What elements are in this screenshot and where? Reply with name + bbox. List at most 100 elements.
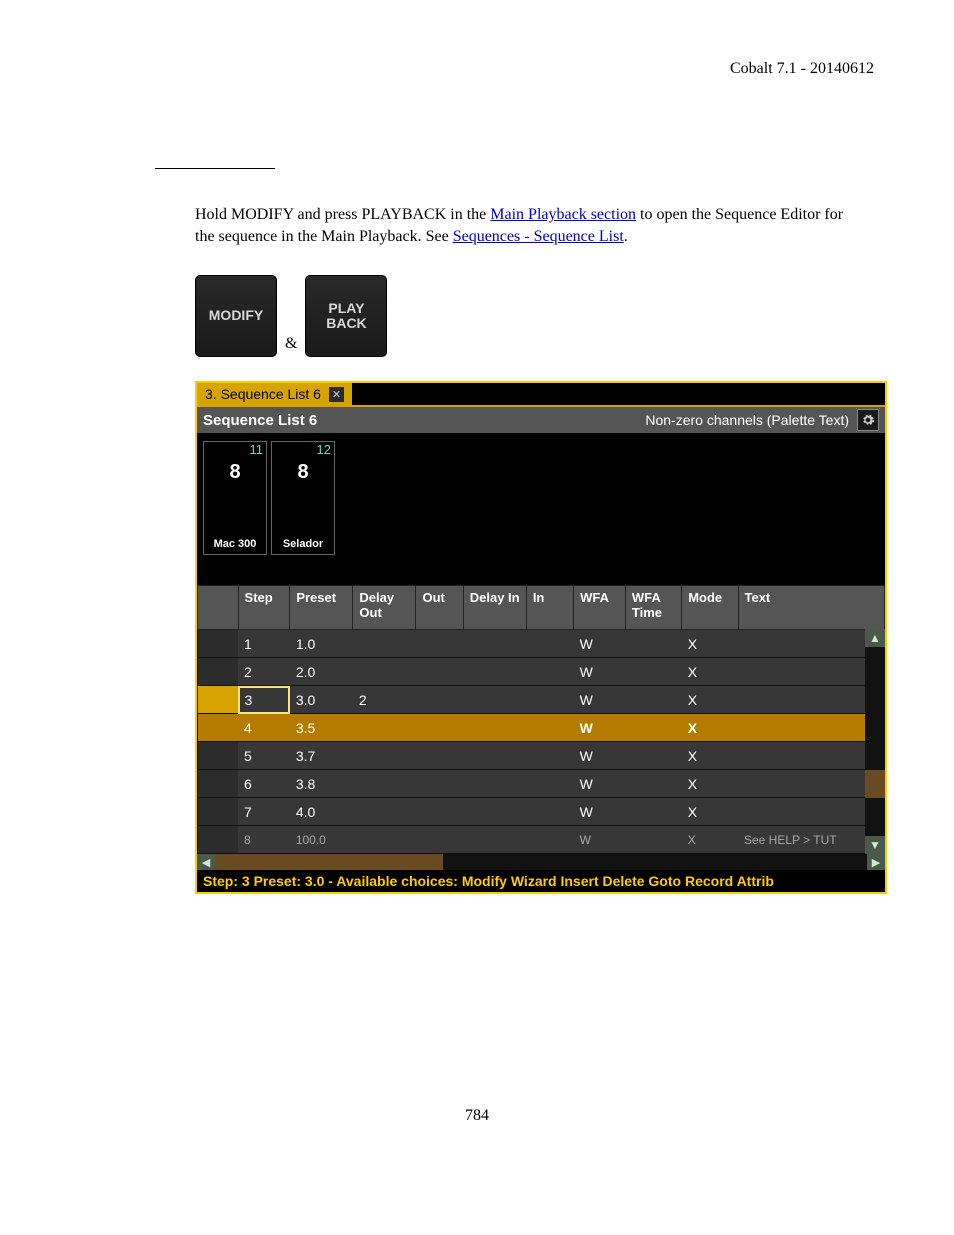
table-cell: W — [574, 770, 626, 798]
header-version: Cobalt 7.1 - 20140612 — [155, 60, 879, 78]
scroll-up-icon[interactable]: ▲ — [865, 629, 885, 647]
table-cell — [353, 770, 416, 798]
column-header[interactable]: Out — [416, 586, 463, 630]
table-cell — [463, 826, 526, 854]
channel-value: 8 — [272, 457, 334, 534]
key-row: MODIFY & PLAY BACK — [195, 275, 879, 357]
channel-mode-label: Non-zero channels (Palette Text) — [645, 412, 849, 428]
column-header[interactable]: In — [526, 586, 573, 630]
table-row[interactable]: 33.02WX — [198, 686, 885, 714]
table-row[interactable]: 74.0WX — [198, 798, 885, 826]
scroll-track[interactable] — [865, 647, 885, 836]
tab-label: 3. Sequence List 6 — [205, 386, 321, 402]
table-cell — [198, 770, 239, 798]
table-cell — [198, 658, 239, 686]
table-cell — [198, 686, 239, 714]
table-cell: 3.7 — [290, 742, 353, 770]
scroll-thumb-h[interactable] — [215, 854, 443, 870]
table-cell: 4.0 — [290, 798, 353, 826]
table-cell — [463, 742, 526, 770]
body-text-post: . — [624, 228, 628, 245]
channel-box[interactable]: 118Mac 300 — [203, 441, 267, 555]
column-header[interactable]: Text — [738, 586, 885, 630]
column-header[interactable]: WFA — [574, 586, 626, 630]
scroll-thumb[interactable] — [865, 770, 885, 798]
body-text-pre: Hold MODIFY and press PLAYBACK in the — [195, 206, 490, 223]
table-cell: 100.0 — [290, 826, 353, 854]
table-cell — [463, 686, 526, 714]
table-cell — [738, 686, 885, 714]
table-cell: 5 — [238, 742, 290, 770]
column-header[interactable]: WFA Time — [625, 586, 681, 630]
table-cell: W — [574, 826, 626, 854]
table-row[interactable]: 22.0WX — [198, 658, 885, 686]
column-header[interactable]: Delay In — [463, 586, 526, 630]
table-cell: 4 — [238, 714, 290, 742]
sequence-table: StepPresetDelay OutOutDelay InInWFAWFA T… — [197, 585, 885, 854]
horizontal-scrollbar[interactable]: ◀ ▶ — [197, 854, 885, 870]
table-cell — [198, 798, 239, 826]
table-row[interactable]: 11.0WX — [198, 630, 885, 658]
table-cell — [198, 714, 239, 742]
column-header[interactable]: Mode — [682, 586, 738, 630]
column-header[interactable]: Preset — [290, 586, 353, 630]
table-cell — [625, 630, 681, 658]
link-main-playback[interactable]: Main Playback section — [490, 206, 636, 223]
table-cell — [738, 630, 885, 658]
close-icon[interactable]: ✕ — [329, 387, 344, 402]
channel-area: 118Mac 300128Selador — [197, 433, 885, 585]
channel-box[interactable]: 128Selador — [271, 441, 335, 555]
table-cell — [625, 826, 681, 854]
table-cell — [463, 658, 526, 686]
link-sequence-list[interactable]: Sequences - Sequence List — [453, 228, 624, 245]
table-cell — [526, 658, 573, 686]
table-cell — [463, 714, 526, 742]
table-cell — [416, 742, 463, 770]
table-row[interactable]: 8100.0WXSee HELP > TUT — [198, 826, 885, 854]
table-cell — [625, 770, 681, 798]
table-cell — [738, 714, 885, 742]
scroll-down-icon[interactable]: ▼ — [865, 836, 885, 854]
table-cell: 2 — [353, 686, 416, 714]
table-cell — [198, 742, 239, 770]
table-cell — [625, 798, 681, 826]
channel-label: Selador — [272, 534, 334, 554]
table-row[interactable]: 43.5WX — [198, 714, 885, 742]
table-cell: W — [574, 798, 626, 826]
status-bar: Step: 3 Preset: 3.0 - Available choices:… — [197, 870, 885, 892]
section-divider — [155, 168, 275, 169]
table-cell: W — [574, 658, 626, 686]
table-cell — [526, 630, 573, 658]
column-header[interactable]: Step — [238, 586, 290, 630]
scroll-left-icon[interactable]: ◀ — [197, 854, 215, 870]
table-cell: W — [574, 686, 626, 714]
table-cell — [526, 826, 573, 854]
modify-key: MODIFY — [195, 275, 277, 357]
column-header[interactable] — [198, 586, 239, 630]
table-cell: 3.8 — [290, 770, 353, 798]
gear-icon[interactable] — [857, 409, 879, 431]
table-cell: X — [682, 630, 738, 658]
table-cell — [353, 742, 416, 770]
tab-sequence-list[interactable]: 3. Sequence List 6 ✕ — [197, 383, 352, 405]
table-cell — [738, 742, 885, 770]
table-cell — [353, 826, 416, 854]
vertical-scrollbar[interactable]: ▲ ▼ — [865, 629, 885, 854]
column-header[interactable]: Delay Out — [353, 586, 416, 630]
table-cell — [526, 686, 573, 714]
table-cell — [526, 798, 573, 826]
ampersand: & — [283, 335, 299, 357]
table-row[interactable]: 63.8WX — [198, 770, 885, 798]
table-cell: See HELP > TUT — [738, 826, 885, 854]
playback-key: PLAY BACK — [305, 275, 387, 357]
table-cell: W — [574, 630, 626, 658]
table-cell — [738, 770, 885, 798]
scroll-track-h[interactable] — [215, 854, 867, 870]
table-cell: 8 — [238, 826, 290, 854]
table-cell — [416, 714, 463, 742]
table-row[interactable]: 53.7WX — [198, 742, 885, 770]
table-cell — [738, 658, 885, 686]
table-cell — [416, 658, 463, 686]
body-paragraph: Hold MODIFY and press PLAYBACK in the Ma… — [195, 204, 855, 247]
scroll-right-icon[interactable]: ▶ — [867, 854, 885, 870]
